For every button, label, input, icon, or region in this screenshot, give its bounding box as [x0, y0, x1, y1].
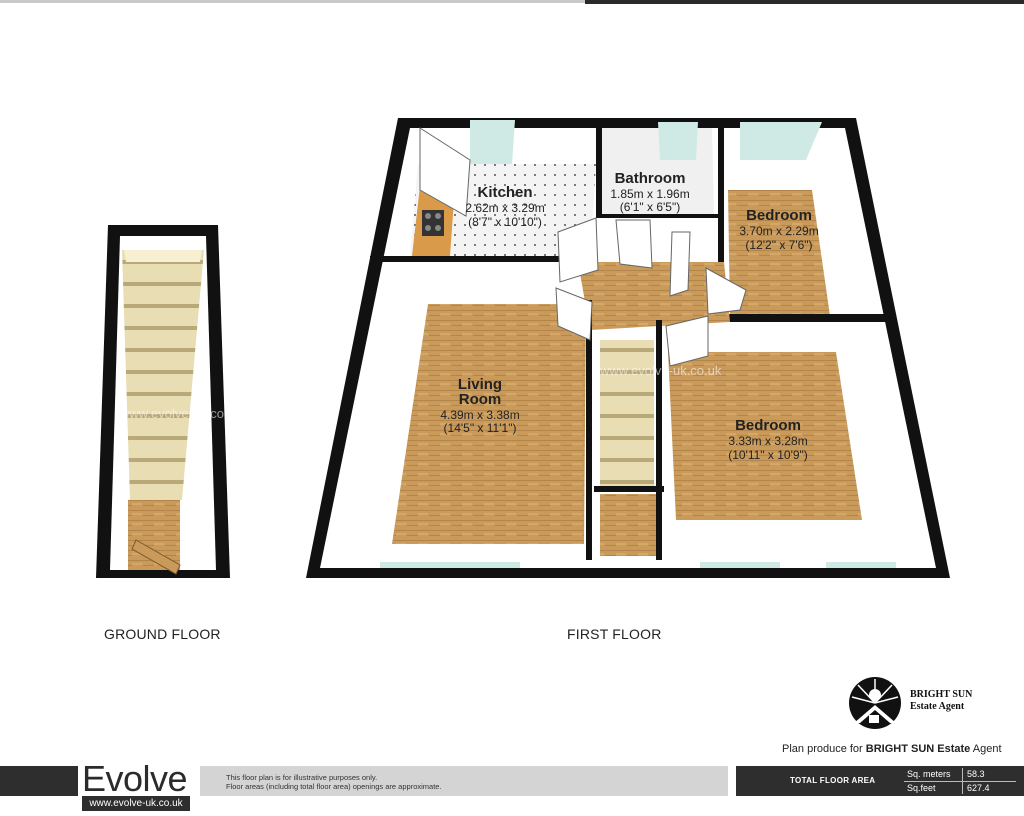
- footer-dark-block: [0, 766, 78, 796]
- svg-text:(12'2" x 7'6"): (12'2" x 7'6"): [745, 238, 812, 252]
- svg-text:Bedroom: Bedroom: [746, 207, 812, 224]
- sqm-label: Sq. meters: [907, 769, 951, 779]
- plan-credit-agent: BRIGHT SUN Estate: [865, 743, 971, 755]
- svg-text:(14'5" x 11'1"): (14'5" x 11'1"): [444, 421, 517, 435]
- room-label-bathroom: Bathroom 1.85m x 1.96m (6'1" x 6'5"): [610, 170, 689, 214]
- svg-text:3.33m x 3.28m: 3.33m x 3.28m: [728, 434, 807, 448]
- disclaimer: This floor plan is for illustrative purp…: [200, 766, 728, 796]
- svg-text:1.85m x 1.96m: 1.85m x 1.96m: [610, 187, 689, 201]
- total-floor-area-label: TOTAL FLOOR AREA: [790, 776, 876, 785]
- evolve-brand: Evolve: [82, 758, 188, 799]
- total-floor-area-panel: TOTAL FLOOR AREA Sq. meters 58.3 Sq.feet…: [736, 766, 1024, 796]
- plan-credit-suffix: Agent: [972, 743, 1002, 755]
- svg-text:(8'7" x 10'10"): (8'7" x 10'10"): [468, 215, 542, 229]
- first-floor-plan: Kitchen 2.62m x 3.29m (8'7" x 10'10") Ba…: [306, 118, 950, 578]
- svg-text:Bathroom: Bathroom: [615, 170, 686, 187]
- sqft-label: Sq.feet: [907, 783, 936, 793]
- bathroom-door: [615, 219, 653, 269]
- svg-text:(6'1" x 6'5"): (6'1" x 6'5"): [620, 200, 680, 214]
- plan-credit: Plan produce for BRIGHT SUN Estate Agent: [782, 743, 1002, 755]
- ground-watermark: www.evolve-uk.co.uk: [119, 406, 242, 421]
- svg-text:Kitchen: Kitchen: [477, 184, 532, 201]
- first-watermark: www.evolve-uk.co.uk: [599, 363, 722, 378]
- disclaimer-line1: This floor plan is for illustrative purp…: [226, 773, 378, 782]
- disclaimer-line2: Floor areas (including total floor area)…: [226, 782, 442, 791]
- ground-floor-plan: www.evolve-uk.co.uk: [96, 225, 242, 578]
- svg-text:4.39m x 3.38m: 4.39m x 3.38m: [440, 408, 519, 422]
- cupboard-door: [669, 231, 691, 297]
- agent-name-line2: Estate Agent: [910, 701, 965, 712]
- room-label-bedroom-large: Bedroom 3.33m x 3.28m (10'11" x 10'9"): [728, 417, 808, 462]
- svg-text:3.70m x 2.29m: 3.70m x 2.29m: [739, 224, 818, 238]
- floor-plan: www.evolve-uk.co.uk Kitchen 2.62m x 3.29…: [96, 118, 950, 578]
- first-floor-label: FIRST FLOOR: [567, 626, 662, 642]
- evolve-url[interactable]: www.evolve-uk.co.uk: [82, 796, 190, 811]
- plan-credit-prefix: Plan produce for: [782, 743, 863, 755]
- svg-text:2.62m x 3.29m: 2.62m x 3.29m: [465, 201, 544, 215]
- sqft-value: 627.4: [967, 783, 990, 793]
- svg-text:(10'11" x 10'9"): (10'11" x 10'9"): [728, 448, 808, 462]
- area-divider-horizontal: [904, 781, 1016, 782]
- room-label-bedroom-small: Bedroom 3.70m x 2.29m (12'2" x 7'6"): [739, 207, 818, 252]
- agent-name-line1: BRIGHT SUN: [910, 689, 973, 700]
- svg-text:Bedroom: Bedroom: [735, 417, 801, 434]
- sqm-value: 58.3: [967, 769, 985, 779]
- svg-text:Room: Room: [459, 391, 502, 408]
- agent-name: BRIGHT SUN Estate Agent: [910, 689, 972, 713]
- ground-floor-label: GROUND FLOOR: [104, 626, 221, 642]
